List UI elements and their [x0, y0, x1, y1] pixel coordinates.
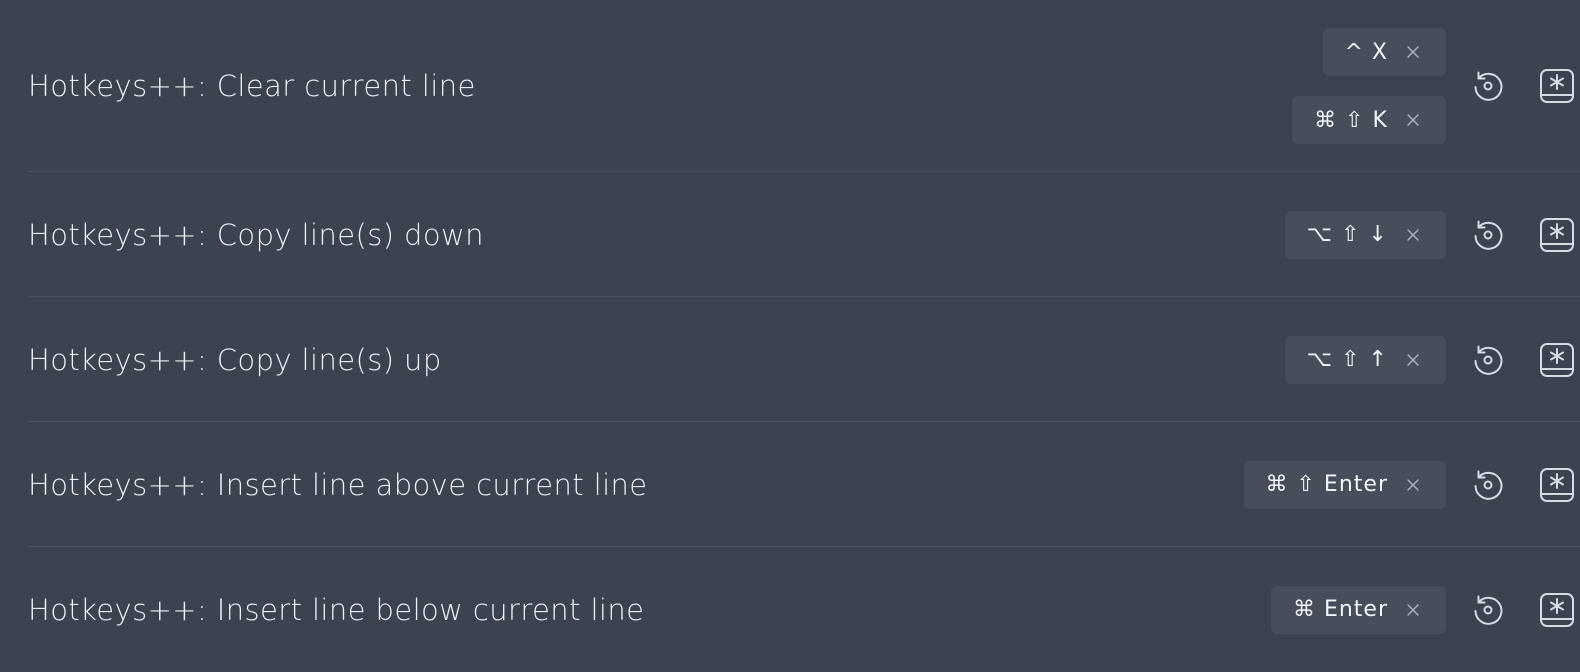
hotkey-group: ⌥ ⇧ ↑ — [1284, 335, 1446, 384]
hotkey-group: ⌘ Enter — [1270, 585, 1446, 634]
row-actions — [1468, 590, 1580, 630]
hotkey-group: ⌥ ⇧ ↓ — [1284, 210, 1446, 259]
command-name: Hotkeys++: Insert line above current lin… — [28, 467, 648, 502]
command-name: Hotkeys++: Copy line(s) up — [28, 342, 442, 377]
hotkey-keys: ⌘ ⇧ Enter — [1265, 472, 1388, 497]
row-actions — [1468, 66, 1580, 106]
hotkey-row: Hotkeys++: Insert line above current lin… — [28, 422, 1580, 547]
hotkey-group: ⌘ ⇧ Enter — [1243, 460, 1446, 509]
close-icon[interactable] — [1406, 353, 1420, 367]
hotkey-chip[interactable]: ^ X — [1322, 28, 1446, 76]
hotkey-chip[interactable]: ⌥ ⇧ ↓ — [1284, 210, 1446, 259]
close-icon[interactable] — [1406, 478, 1420, 492]
hotkey-row: Hotkeys++: Insert line below current lin… — [28, 547, 1580, 672]
command-name: Hotkeys++: Copy line(s) down — [28, 217, 484, 252]
add-hotkey-icon[interactable] — [1537, 465, 1577, 505]
hotkey-keys: ^ X — [1344, 39, 1388, 65]
hotkey-chip[interactable]: ⌘ Enter — [1270, 585, 1446, 634]
close-icon[interactable] — [1406, 45, 1420, 59]
hotkey-list: Hotkeys++: Clear current line ^ X ⌘ ⇧ K — [0, 0, 1580, 658]
close-icon[interactable] — [1406, 603, 1420, 617]
close-icon[interactable] — [1406, 113, 1420, 127]
restore-default-icon[interactable] — [1468, 340, 1508, 380]
hotkey-keys: ⌘ Enter — [1292, 597, 1388, 622]
hotkey-row: Hotkeys++: Copy line(s) up ⌥ ⇧ ↑ — [28, 297, 1580, 422]
restore-default-icon[interactable] — [1468, 215, 1508, 255]
row-actions — [1468, 340, 1580, 380]
hotkey-keys: ⌥ ⇧ ↑ — [1306, 347, 1388, 372]
row-actions — [1468, 215, 1580, 255]
add-hotkey-icon[interactable] — [1537, 66, 1577, 106]
restore-default-icon[interactable] — [1468, 66, 1508, 106]
hotkey-keys: ⌘ ⇧ K — [1314, 107, 1388, 133]
restore-default-icon[interactable] — [1468, 590, 1508, 630]
close-icon[interactable] — [1406, 228, 1420, 242]
command-name: Hotkeys++: Insert line below current lin… — [28, 592, 645, 627]
command-name: Hotkeys++: Clear current line — [28, 69, 476, 103]
hotkey-chip[interactable]: ⌘ ⇧ K — [1292, 96, 1446, 144]
hotkey-row: Hotkeys++: Copy line(s) down ⌥ ⇧ ↓ — [28, 172, 1580, 297]
add-hotkey-icon[interactable] — [1537, 340, 1577, 380]
add-hotkey-icon[interactable] — [1537, 215, 1577, 255]
row-actions — [1468, 465, 1580, 505]
restore-default-icon[interactable] — [1468, 465, 1508, 505]
hotkey-row: Hotkeys++: Clear current line ^ X ⌘ ⇧ K — [28, 0, 1580, 172]
hotkey-keys: ⌥ ⇧ ↓ — [1306, 222, 1388, 247]
hotkey-chip[interactable]: ⌥ ⇧ ↑ — [1284, 335, 1446, 384]
hotkey-group: ^ X ⌘ ⇧ K — [1292, 28, 1446, 144]
add-hotkey-icon[interactable] — [1537, 590, 1577, 630]
hotkey-chip[interactable]: ⌘ ⇧ Enter — [1243, 460, 1446, 509]
